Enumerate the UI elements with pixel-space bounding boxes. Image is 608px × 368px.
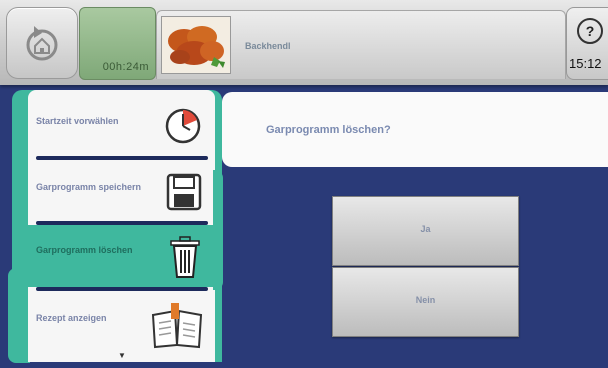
no-button[interactable]: Nein — [332, 267, 519, 337]
menu-item-start-time[interactable]: Startzeit vorwählen — [28, 96, 215, 158]
home-button[interactable] — [6, 7, 78, 79]
help-icon: ? — [577, 18, 603, 44]
menu-collapse-handle[interactable] — [213, 170, 223, 290]
trash-icon — [167, 235, 203, 284]
menu-item-save-program[interactable]: Garprogramm speichern — [28, 162, 215, 224]
menu-divider — [36, 156, 208, 160]
menu-item-label: Startzeit vorwählen — [36, 116, 119, 126]
clock: 15:12 — [569, 56, 602, 71]
cook-timer[interactable]: 00h:24m — [79, 7, 156, 80]
yes-button-label: Ja — [420, 224, 431, 234]
scroll-down-icon[interactable]: ▼ — [118, 351, 126, 360]
floppy-disk-icon — [165, 172, 203, 217]
no-button-label: Nein — [415, 295, 436, 305]
menu-item-label: Garprogramm löschen — [36, 245, 133, 255]
menu-item-delete-program[interactable]: Garprogramm löschen — [28, 225, 215, 287]
top-bar: 00h:24m Backhendl ? 15:12 — [0, 0, 608, 85]
timer-value: 00h:24m — [102, 61, 149, 73]
menu-divider — [36, 287, 208, 291]
timer-icon — [163, 106, 203, 151]
menu-item-label: Garprogramm speichern — [36, 182, 142, 192]
action-menu: Startzeit vorwählen Garprogramm speicher… — [28, 90, 215, 362]
confirm-question-box: Garprogramm löschen? — [222, 92, 608, 167]
recipe-thumbnail — [161, 16, 231, 74]
confirm-question: Garprogramm löschen? — [266, 124, 391, 136]
recipe-title: Backhendl — [245, 41, 291, 51]
home-return-icon — [26, 26, 58, 61]
open-book-icon — [151, 303, 203, 356]
menu-item-show-recipe[interactable]: Rezept anzeigen — [28, 293, 215, 355]
menu-item-label: Rezept anzeigen — [36, 313, 107, 323]
recipe-tab[interactable]: Backhendl — [156, 10, 566, 79]
help-button[interactable]: ? 15:12 — [566, 7, 608, 80]
yes-button[interactable]: Ja — [332, 196, 519, 266]
